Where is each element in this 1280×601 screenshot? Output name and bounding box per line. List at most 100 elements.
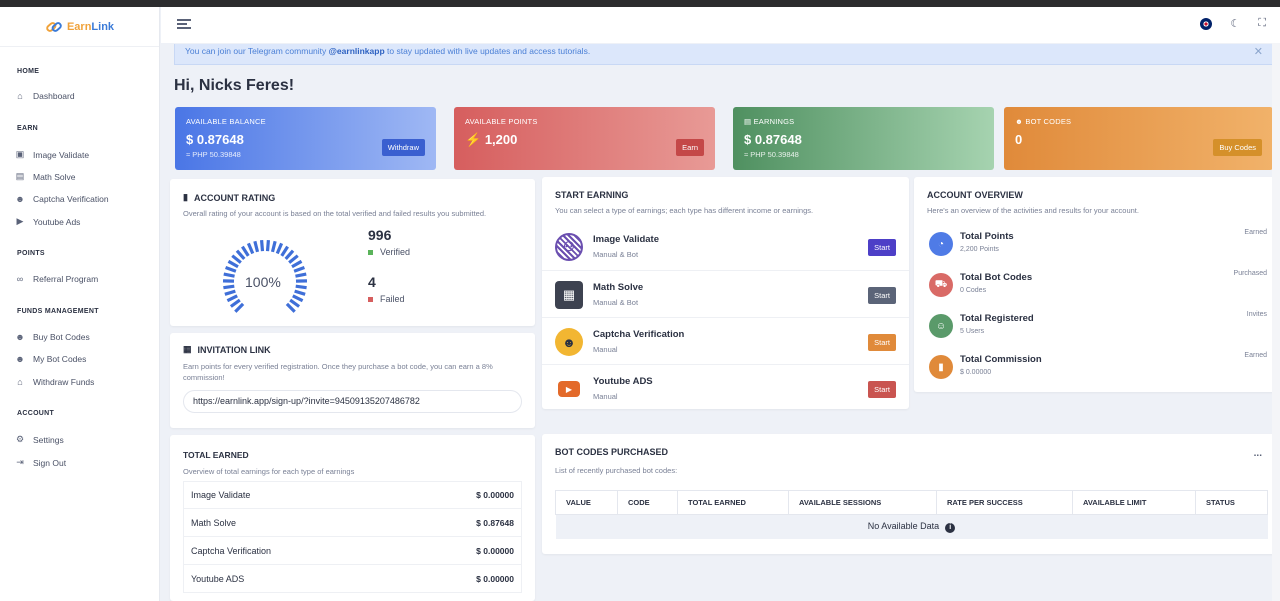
cart-icon: ⛟: [929, 273, 953, 297]
youtube-icon: ▶: [558, 381, 580, 397]
stat-available-balance: AVAILABLE BALANCE $ 0.87648 ≈ PHP 50.398…: [175, 107, 436, 170]
top-bar: ☾ ⛶: [161, 7, 1280, 43]
column-header[interactable]: RATE PER SUCCESS: [936, 490, 1073, 515]
invite-link-field[interactable]: https://earnlink.app/sign-up/?invite=945…: [183, 390, 522, 413]
earned-row: Captcha Verification $ 0.00000: [183, 537, 522, 565]
nav-section-points: POINTS: [17, 250, 45, 257]
card-title: START EARNING: [555, 190, 629, 200]
gauge-tick: [295, 272, 307, 278]
sidebar-item-dashboard[interactable]: ⌂ Dashboard: [15, 91, 74, 101]
menu-toggle-icon[interactable]: [177, 19, 191, 29]
sidebar-item-youtube-ads[interactable]: ▶ Youtube Ads: [15, 216, 81, 227]
nav-section-account: ACCOUNT: [17, 410, 55, 417]
sidebar-item-referral-program[interactable]: ∞ Referral Program: [15, 274, 98, 284]
gauge-tick: [289, 298, 301, 308]
stat-label: AVAILABLE POINTS: [465, 117, 538, 126]
sidebar-item-captcha-verification[interactable]: ☻ Captcha Verification: [15, 194, 108, 204]
bank-icon: ⌂: [17, 377, 23, 387]
gift-icon: ▦: [183, 344, 192, 354]
home-icon: ⌂: [17, 91, 23, 101]
gauge-tick: [292, 294, 304, 303]
lightning-icon: ⚡: [465, 132, 482, 147]
brand-logo[interactable]: EarnLink: [0, 7, 159, 47]
stat-label: ☻ BOT CODES: [1015, 117, 1072, 126]
window-top-strip: [0, 0, 1280, 7]
gauge-tick: [259, 240, 265, 252]
column-header[interactable]: CODE: [617, 490, 678, 515]
invitation-link-card: ▦ INVITATION LINK Earn points for every v…: [170, 333, 535, 428]
total-earned-card: TOTAL EARNED Overview of total earnings …: [170, 435, 535, 601]
robot-icon: ☻: [15, 194, 25, 204]
start-button[interactable]: Start: [868, 287, 896, 304]
withdraw-button[interactable]: Withdraw: [381, 139, 425, 156]
gauge-tick: [234, 302, 245, 313]
card-description: Overall rating of your account is based …: [183, 209, 487, 218]
robot-icon: ☻: [15, 332, 25, 342]
earned-row: Youtube ADS $ 0.00000: [183, 565, 522, 593]
stat-value: $ 0.87648: [744, 132, 802, 147]
stat-available-points: AVAILABLE POINTS ⚡ 1,200 Earn: [454, 107, 715, 170]
start-earning-card: START EARNING You can select a type of e…: [542, 177, 909, 409]
bot-codes-purchased-card: BOT CODES PURCHASED List of recently pur…: [542, 434, 1280, 554]
buy-codes-button[interactable]: Buy Codes: [1213, 139, 1262, 156]
close-icon[interactable]: ✕: [1254, 45, 1263, 58]
gauge-tick: [291, 259, 303, 269]
stat-bot-codes: ☻ BOT CODES 0 Buy Codes: [1004, 107, 1273, 170]
scrollbar[interactable]: [1272, 43, 1280, 601]
column-header[interactable]: VALUE: [555, 490, 618, 515]
sidebar-item-math-solve[interactable]: ▤ Math Solve: [15, 171, 76, 182]
gauge-tick: [285, 302, 296, 313]
moon-dark-mode-icon[interactable]: ☾: [1230, 17, 1240, 30]
gauge-tick: [284, 249, 295, 260]
card-description: You can select a type of earnings; each …: [555, 206, 814, 215]
card-title: ▦ INVITATION LINK: [183, 344, 271, 355]
youtube-icon: ▶: [16, 216, 24, 226]
earning-item-image-validate: ⚇ Image Validate Manual & Bot Start: [542, 223, 909, 270]
robot-face-icon: ☻: [555, 328, 583, 356]
start-button[interactable]: Start: [868, 334, 896, 351]
fullscreen-icon[interactable]: ⛶: [1258, 17, 1266, 30]
sidebar-item-buy-bot-codes[interactable]: ☻ Buy Bot Codes: [15, 332, 89, 342]
telegram-handle-link[interactable]: @earnlinkapp: [329, 46, 385, 56]
red-dot-icon: [368, 296, 373, 302]
start-button[interactable]: Start: [868, 239, 896, 256]
account-overview-card: ACCOUNT OVERVIEW Here's an overview of t…: [914, 177, 1280, 392]
info-icon: i: [945, 523, 956, 533]
nav-section-funds: FUNDS MANAGEMENT: [17, 308, 99, 315]
card-title: ACCOUNT OVERVIEW: [927, 190, 1023, 200]
gauge-tick: [226, 294, 238, 303]
verified-label: Verified: [368, 247, 410, 257]
more-options-icon[interactable]: ...: [1254, 448, 1262, 459]
earning-item-youtube-ads: ▶ Youtube ADS Manual Start: [542, 364, 909, 411]
gauge-tick: [223, 272, 235, 278]
sidebar-item-settings[interactable]: ⚙ Settings: [15, 434, 64, 445]
sidebar-item-my-bot-codes[interactable]: ☻ My Bot Codes: [15, 354, 86, 364]
gauge-tick: [295, 284, 307, 290]
sidebar-item-image-validate[interactable]: ▣ Image Validate: [15, 149, 89, 160]
users-icon: ☺: [929, 314, 953, 338]
column-header[interactable]: STATUS: [1195, 490, 1268, 515]
earned-row: Image Validate $ 0.00000: [183, 481, 522, 509]
gauge-tick: [265, 240, 271, 252]
captcha-image-icon: ⚇: [555, 233, 583, 261]
bot-codes-table: VALUE CODE TOTAL EARNED AVAILABLE SESSIO…: [555, 490, 1268, 539]
gauge-tick: [229, 298, 241, 308]
link-icon: ∞: [16, 274, 24, 284]
gauge-tick: [294, 289, 306, 296]
column-header[interactable]: AVAILABLE LIMIT: [1072, 490, 1196, 515]
earn-button[interactable]: Earn: [676, 139, 704, 156]
calculator-icon: ▤: [15, 171, 25, 181]
column-header[interactable]: AVAILABLE SESSIONS: [788, 490, 937, 515]
sidebar-item-sign-out[interactable]: ⇥ Sign Out: [15, 457, 66, 468]
overview-total-commission: ▮ Total Commission $ 0.00000 Earned: [927, 352, 1267, 392]
link-logo-icon: [46, 21, 62, 32]
gauge-tick: [241, 245, 250, 257]
robot-icon: ☻: [15, 354, 25, 364]
column-header[interactable]: TOTAL EARNED: [677, 490, 789, 515]
sign-out-icon: ⇥: [16, 457, 24, 467]
card-title: ▮ ACCOUNT RATING: [183, 192, 276, 203]
start-button[interactable]: Start: [868, 381, 896, 398]
sidebar-item-withdraw-funds[interactable]: ⌂ Withdraw Funds: [15, 377, 94, 387]
gauge-tick: [275, 242, 284, 255]
uk-flag-language-icon[interactable]: [1200, 17, 1213, 30]
